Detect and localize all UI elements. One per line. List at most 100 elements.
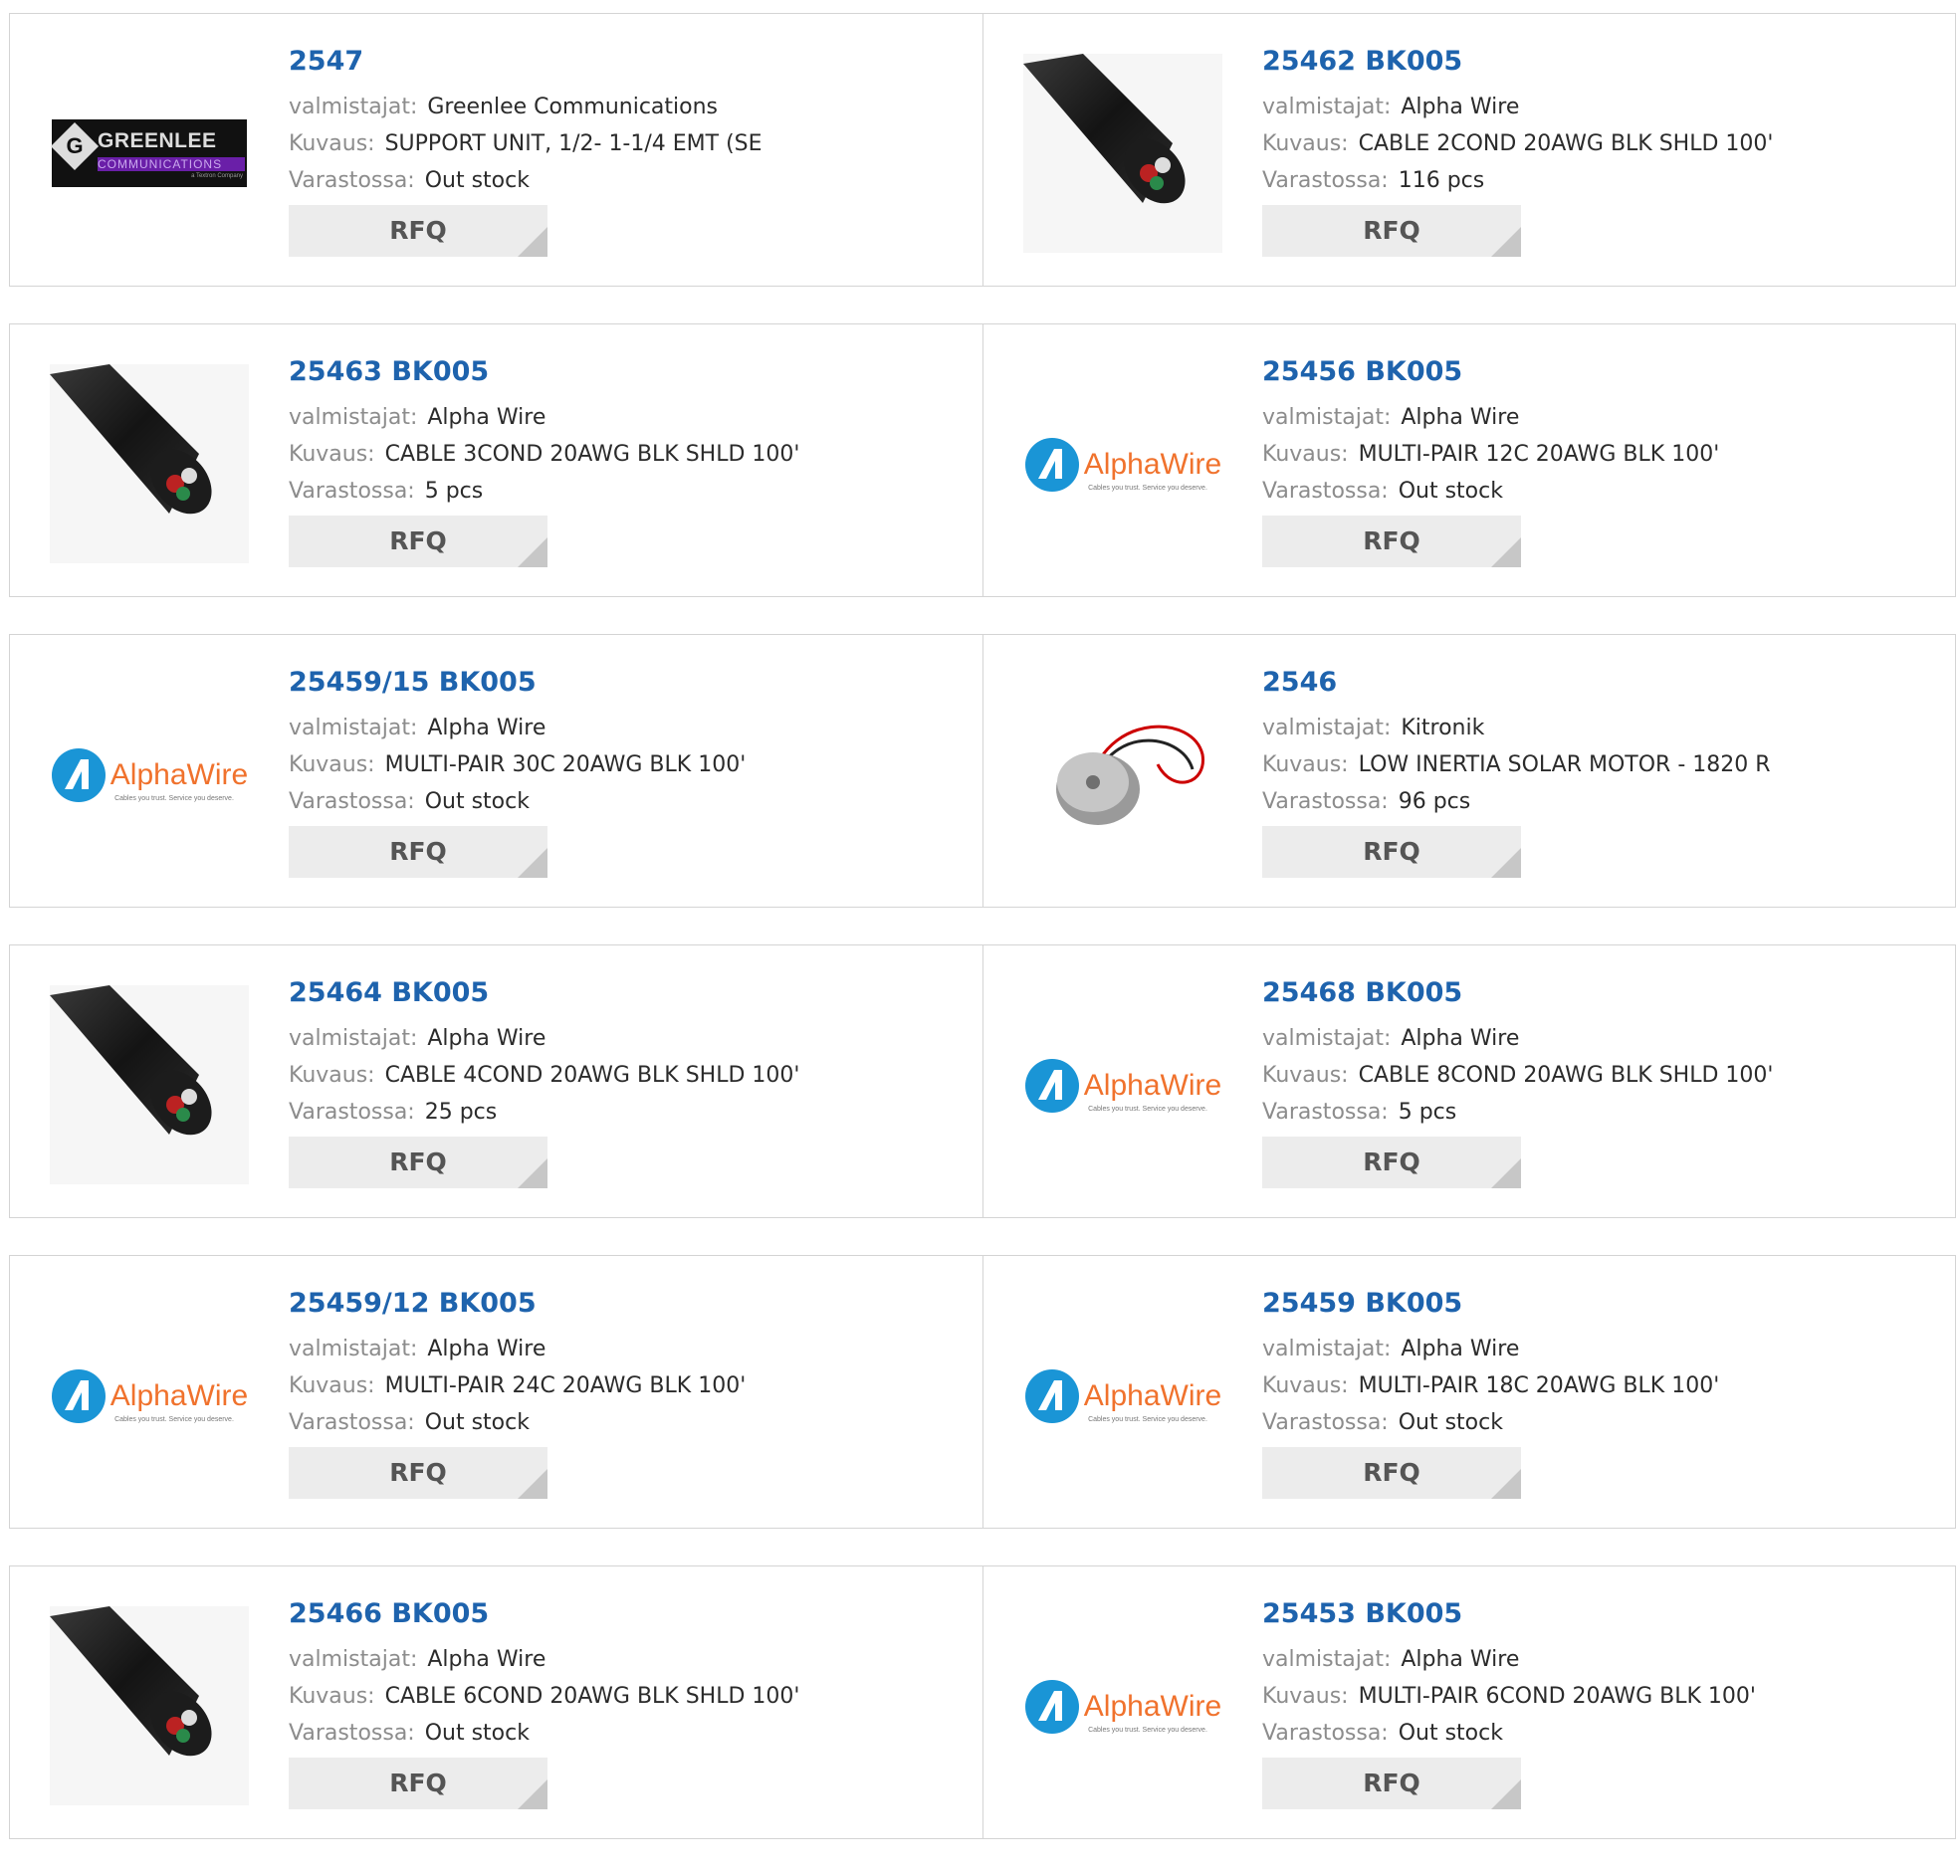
description-value: CABLE 4COND 20AWG BLK SHLD 100' xyxy=(384,1063,800,1088)
description-line: Kuvaus: CABLE 8COND 20AWG BLK SHLD 100' xyxy=(1262,1057,1935,1094)
description-label: Kuvaus: xyxy=(289,131,375,156)
part-number-link[interactable]: 25456 BK005 xyxy=(1262,354,1935,390)
manufacturer-line: valmistajat: Alpha Wire xyxy=(1262,399,1935,436)
part-number-link[interactable]: 25468 BK005 xyxy=(1262,975,1935,1011)
stock-label: Varastossa: xyxy=(289,1100,415,1125)
part-number-link[interactable]: 25459/12 BK005 xyxy=(289,1286,963,1322)
corner-triangle-icon xyxy=(518,1469,547,1499)
product-image[interactable] xyxy=(50,364,249,563)
rfq-button[interactable]: RFQ xyxy=(1262,516,1521,567)
product-row: 25466 BK005 valmistajat: Alpha Wire Kuvaus:… xyxy=(9,1565,1956,1839)
corner-triangle-icon xyxy=(518,1779,547,1809)
product-row: 25463 BK005 valmistajat: Alpha Wire Kuvaus:… xyxy=(9,323,1956,597)
rfq-label: RFQ xyxy=(1363,216,1420,245)
manufacturer-label: valmistajat: xyxy=(289,716,418,740)
product-row: Alpha Wire Cables you trust. Service you d… xyxy=(9,634,1956,908)
rfq-label: RFQ xyxy=(389,1147,447,1176)
product-image[interactable] xyxy=(50,985,249,1184)
rfq-button[interactable]: RFQ xyxy=(1262,205,1521,257)
cable-photo xyxy=(1023,54,1222,253)
rfq-label: RFQ xyxy=(389,526,447,555)
product-card: 2546 valmistajat: Kitronik Kuvaus: LOW INERT… xyxy=(982,635,1955,907)
manufacturer-value: Alpha Wire xyxy=(427,1647,546,1672)
description-value: SUPPORT UNIT, 1/2- 1-1/4 EMT (SE xyxy=(384,131,762,156)
corner-triangle-icon xyxy=(518,1158,547,1188)
stock-value: 5 pcs xyxy=(424,479,484,504)
alphawire-logo: Alpha Wire Cables you trust. Service you d… xyxy=(51,747,248,802)
alphawire-logo: Alpha Wire Cables you trust. Service you d… xyxy=(1024,437,1221,492)
manufacturer-value: Alpha Wire xyxy=(427,1337,546,1361)
product-card: 25464 BK005 valmistajat: Alpha Wire Kuvaus:… xyxy=(10,945,982,1217)
rfq-button[interactable]: RFQ xyxy=(289,1447,547,1499)
stock-label: Varastossa: xyxy=(289,789,415,814)
stock-line: Varastossa: 25 pcs xyxy=(289,1094,963,1131)
product-image[interactable]: G GREENLEE COMMUNICATIONS a Textron Company xyxy=(50,54,249,253)
rfq-button[interactable]: RFQ xyxy=(289,1758,547,1809)
product-info: 25456 BK005 valmistajat: Alpha Wire Kuvaus:… xyxy=(1262,354,1935,567)
product-image[interactable]: Alpha Wire Cables you trust. Service you d… xyxy=(1023,364,1222,563)
rfq-button[interactable]: RFQ xyxy=(1262,826,1521,878)
part-number-link[interactable]: 25459/15 BK005 xyxy=(289,665,963,701)
rfq-button[interactable]: RFQ xyxy=(289,826,547,878)
product-card: 25462 BK005 valmistajat: Alpha Wire Kuvaus:… xyxy=(982,14,1955,286)
product-image[interactable]: Alpha Wire Cables you trust. Service you d… xyxy=(1023,1296,1222,1495)
alphawire-tagline: Cables you trust. Service you deserve. xyxy=(1088,484,1207,492)
product-image[interactable]: Alpha Wire Cables you trust. Service you d… xyxy=(1023,985,1222,1184)
manufacturer-line: valmistajat: Alpha Wire xyxy=(289,710,963,746)
description-value: CABLE 3COND 20AWG BLK SHLD 100' xyxy=(384,442,800,467)
part-number-link[interactable]: 25463 BK005 xyxy=(289,354,963,390)
part-number-link[interactable]: 25466 BK005 xyxy=(289,1596,963,1632)
product-row: G GREENLEE COMMUNICATIONS a Textron Company… xyxy=(9,13,1956,287)
product-card: Alpha Wire Cables you trust. Service you d… xyxy=(10,635,982,907)
rfq-button[interactable]: RFQ xyxy=(289,516,547,567)
alphawire-name-wire: Wire xyxy=(186,757,249,791)
rfq-button[interactable]: RFQ xyxy=(1262,1447,1521,1499)
description-label: Kuvaus: xyxy=(1262,1373,1349,1398)
product-image[interactable] xyxy=(1023,675,1222,874)
alphawire-mark-icon xyxy=(1024,1679,1080,1735)
alphawire-name-wire: Wire xyxy=(1160,1378,1222,1412)
rfq-button[interactable]: RFQ xyxy=(289,205,547,257)
product-image[interactable]: Alpha Wire Cables you trust. Service you d… xyxy=(50,675,249,874)
greenlee-logo: G GREENLEE COMMUNICATIONS a Textron Company xyxy=(50,119,247,187)
part-number-link[interactable]: 2546 xyxy=(1262,665,1935,701)
description-value: MULTI-PAIR 18C 20AWG BLK 100' xyxy=(1358,1373,1720,1398)
description-value: MULTI-PAIR 6COND 20AWG BLK 100' xyxy=(1358,1684,1756,1709)
alphawire-mark-icon xyxy=(1024,437,1080,493)
product-info: 25453 BK005 valmistajat: Alpha Wire Kuvaus:… xyxy=(1262,1596,1935,1809)
stock-value: Out stock xyxy=(424,1410,530,1435)
stock-line: Varastossa: 96 pcs xyxy=(1262,783,1935,820)
rfq-button[interactable]: RFQ xyxy=(1262,1137,1521,1188)
rfq-label: RFQ xyxy=(389,216,447,245)
description-label: Kuvaus: xyxy=(289,752,375,777)
alphawire-tagline: Cables you trust. Service you deserve. xyxy=(114,794,234,802)
alphawire-name-alpha: Alpha xyxy=(109,1378,187,1412)
corner-triangle-icon xyxy=(1491,1779,1521,1809)
description-line: Kuvaus: MULTI-PAIR 30C 20AWG BLK 100' xyxy=(289,746,963,783)
part-number-link[interactable]: 25462 BK005 xyxy=(1262,44,1935,80)
description-label: Kuvaus: xyxy=(289,442,375,467)
corner-triangle-icon xyxy=(1491,1469,1521,1499)
rfq-button[interactable]: RFQ xyxy=(1262,1758,1521,1809)
part-number-link[interactable]: 2547 xyxy=(289,44,963,80)
part-number-link[interactable]: 25459 BK005 xyxy=(1262,1286,1935,1322)
product-card: Alpha Wire Cables you trust. Service you d… xyxy=(982,945,1955,1217)
stock-label: Varastossa: xyxy=(1262,479,1389,504)
rfq-label: RFQ xyxy=(389,1769,447,1797)
corner-triangle-icon xyxy=(1491,848,1521,878)
rfq-button[interactable]: RFQ xyxy=(289,1137,547,1188)
greenlee-name: GREENLEE xyxy=(98,129,217,152)
manufacturer-label: valmistajat: xyxy=(289,95,418,119)
rfq-label: RFQ xyxy=(1363,1147,1420,1176)
alphawire-name-wire: Wire xyxy=(186,1378,249,1412)
rfq-label: RFQ xyxy=(389,1458,447,1487)
product-image[interactable]: Alpha Wire Cables you trust. Service you d… xyxy=(1023,1606,1222,1805)
product-image[interactable] xyxy=(50,1606,249,1805)
stock-label: Varastossa: xyxy=(1262,789,1389,814)
product-image[interactable]: Alpha Wire Cables you trust. Service you d… xyxy=(50,1296,249,1495)
product-info: 25459/12 BK005 valmistajat: Alpha Wire Kuva… xyxy=(289,1286,963,1499)
product-image[interactable] xyxy=(1023,54,1222,253)
part-number-link[interactable]: 25464 BK005 xyxy=(289,975,963,1011)
alphawire-tagline: Cables you trust. Service you deserve. xyxy=(114,1415,234,1423)
part-number-link[interactable]: 25453 BK005 xyxy=(1262,1596,1935,1632)
